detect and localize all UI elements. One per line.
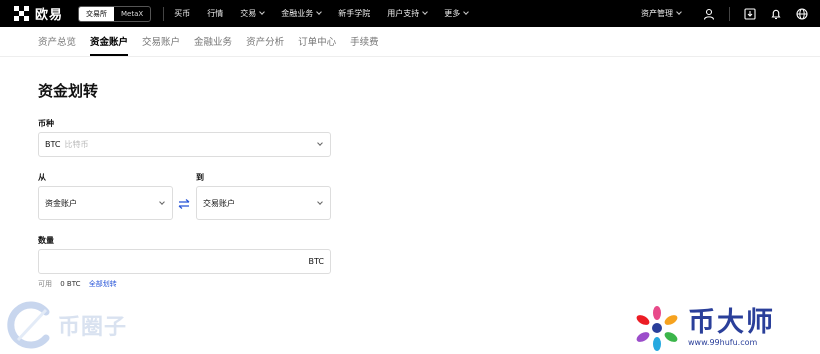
nav-item-more[interactable]: 更多 <box>444 8 470 19</box>
asset-management-menu[interactable]: 资产管理 <box>641 8 682 19</box>
tab-finance[interactable]: 金融业务 <box>194 26 232 56</box>
from-account-select[interactable]: 资金账户 <box>38 186 173 220</box>
watermark-flower-logo-icon <box>636 306 678 351</box>
to-account-value: 交易账户 <box>203 198 235 208</box>
nav-right: 资产管理 <box>641 0 820 27</box>
watermark-right: 币大师 www.99hufu.com <box>632 305 775 351</box>
nav-divider <box>163 6 165 21</box>
tab-fees[interactable]: 手续费 <box>350 26 379 56</box>
chevron-down-icon <box>463 9 470 15</box>
nav-item-label: 用户支持 <box>387 9 420 18</box>
watermark-c-logo-icon <box>7 301 50 349</box>
from-label: 从 <box>38 173 46 182</box>
page-title: 资金划转 <box>38 82 99 100</box>
amount-label: 数量 <box>38 236 54 245</box>
to-label: 到 <box>196 173 204 182</box>
available-value: 0 BTC <box>60 280 81 288</box>
tab-funding-account[interactable]: 资金账户 <box>90 26 129 56</box>
nav-item-label: 更多 <box>444 9 461 18</box>
nav-item-label: 买币 <box>174 9 191 18</box>
tab-order-center[interactable]: 订单中心 <box>298 26 336 56</box>
watermark-left: 币圈子 <box>6 300 127 350</box>
transfer-all-link[interactable]: 全部划转 <box>89 280 117 288</box>
swap-arrows-icon[interactable] <box>177 196 191 210</box>
currency-select[interactable]: BTC 比特币 <box>38 132 331 157</box>
nav-item-label: 新手学院 <box>338 9 371 18</box>
account-subnav: 资产总览 资金账户 交易账户 金融业务 资产分析 订单中心 手续费 <box>0 27 820 57</box>
top-navbar: 欧易 交易所 MetaX 买币 行情 交易 金融业务 新手学院 用户支持 更多 … <box>0 0 820 27</box>
chevron-down-icon <box>316 9 323 15</box>
chevron-down-icon <box>422 9 429 15</box>
tab-asset-overview[interactable]: 资产总览 <box>38 26 76 56</box>
watermark-right-url: www.99hufu.com <box>688 338 758 347</box>
mode-switch: 交易所 MetaX <box>78 5 152 22</box>
globe-icon[interactable] <box>796 7 808 20</box>
user-icon[interactable] <box>703 8 715 20</box>
watermark-right-text: 币大师 <box>688 307 775 338</box>
currency-name: 比特币 <box>64 140 89 149</box>
chevron-down-icon <box>159 198 165 205</box>
nav-item-finance[interactable]: 金融业务 <box>281 8 323 19</box>
amount-unit: BTC <box>308 257 325 266</box>
chevron-down-icon <box>317 140 323 146</box>
available-balance: 可用 0 BTC 全部划转 <box>38 279 117 289</box>
currency-code: BTC <box>45 140 61 149</box>
currency-label: 币种 <box>38 119 54 128</box>
mode-exchange-button[interactable]: 交易所 <box>79 6 115 21</box>
tab-asset-analysis[interactable]: 资产分析 <box>246 26 284 56</box>
bell-icon[interactable] <box>770 8 782 20</box>
brand-name: 欧易 <box>35 8 64 23</box>
nav-item-market[interactable]: 行情 <box>207 8 223 19</box>
logo[interactable]: 欧易 <box>14 4 63 23</box>
nav-item-trade[interactable]: 交易 <box>240 8 266 19</box>
to-account-select[interactable]: 交易账户 <box>196 186 331 220</box>
asset-management-label: 资产管理 <box>641 9 673 18</box>
nav-item-label: 金融业务 <box>281 9 314 18</box>
chevron-down-icon <box>259 9 266 15</box>
tab-trading-account[interactable]: 交易账户 <box>142 26 180 56</box>
nav-item-label: 交易 <box>240 9 257 18</box>
from-account-value: 资金账户 <box>45 198 77 208</box>
download-icon[interactable] <box>744 7 756 20</box>
available-label: 可用 <box>38 280 52 288</box>
nav-item-support[interactable]: 用户支持 <box>387 8 429 19</box>
nav-item-buy[interactable]: 买币 <box>174 8 190 19</box>
nav-item-label: 行情 <box>207 9 224 18</box>
chevron-down-icon <box>317 198 323 205</box>
okx-logo-icon <box>14 5 30 22</box>
amount-field[interactable]: BTC <box>38 249 331 274</box>
nav-item-academy[interactable]: 新手学院 <box>338 8 370 19</box>
chevron-down-icon <box>676 9 682 15</box>
watermark-left-text: 币圈子 <box>58 315 128 340</box>
mode-metax-button[interactable]: MetaX <box>114 7 150 21</box>
nav-divider <box>729 6 730 21</box>
